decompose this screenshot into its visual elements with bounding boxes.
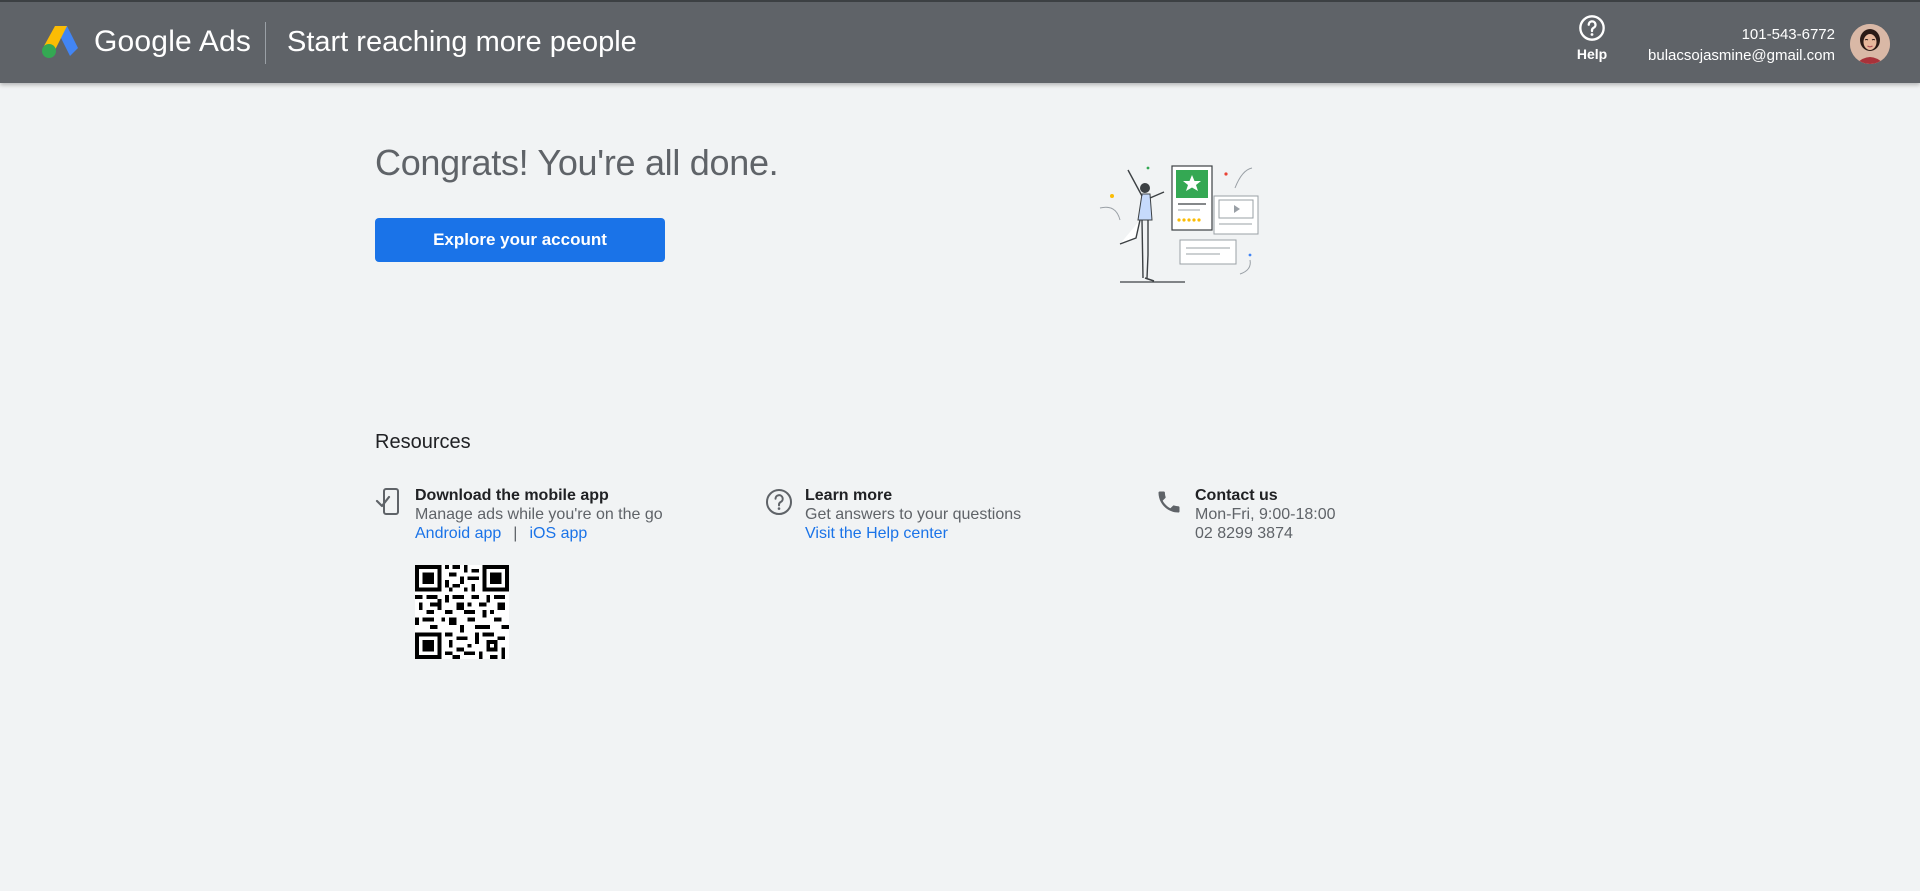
help-button[interactable]: Help — [1572, 14, 1612, 62]
help-label: Help — [1576, 46, 1608, 62]
learn-more-heading: Learn more — [805, 487, 893, 504]
congrats-headline: Congrats! You're all done. — [375, 142, 779, 183]
help-circle-icon — [1579, 15, 1605, 41]
ios-app-link[interactable]: iOS app — [529, 525, 587, 542]
help-outline-icon — [766, 489, 792, 515]
explore-account-button[interactable]: Explore your account — [375, 218, 665, 262]
help-center-link[interactable]: Visit the Help center — [805, 524, 1021, 543]
top-app-bar: Google Ads Start reaching more people He… — [0, 0, 1920, 83]
contact-phone: 02 8299 3874 — [1195, 525, 1293, 542]
account-id: 101-543-6772 — [1741, 26, 1835, 43]
learn-more-subtitle: Get answers to your questions — [805, 506, 1022, 523]
phone-check-icon — [375, 488, 399, 515]
page-title: Start reaching more people — [287, 26, 637, 58]
contact-hours: Mon-Fri, 9:00-18:00 — [1195, 506, 1336, 523]
link-separator: | — [513, 525, 518, 542]
avatar-image — [1850, 24, 1890, 64]
celebration-illustration — [1099, 165, 1259, 283]
avatar[interactable] — [1850, 24, 1890, 64]
phone-icon — [1158, 491, 1180, 513]
header-divider — [265, 22, 266, 64]
android-app-link[interactable]: Android app — [415, 525, 501, 542]
resources-heading: Resources — [375, 431, 471, 453]
google-ads-logo[interactable]: Google Ads — [40, 24, 251, 60]
brand-name: Google Ads — [94, 25, 252, 58]
google-ads-logo-icon — [42, 26, 78, 58]
account-email: bulacsojasmine@gmail.com — [1648, 47, 1835, 64]
account-info[interactable]: 101-543-6772 bulacsojasmine@gmail.com — [1648, 24, 1835, 66]
qr-code-image — [415, 565, 509, 659]
contact-heading: Contact us — [1195, 487, 1278, 504]
mobile-app-heading: Download the mobile app — [415, 487, 609, 504]
mobile-app-subtitle: Manage ads while you're on the go — [415, 506, 663, 523]
